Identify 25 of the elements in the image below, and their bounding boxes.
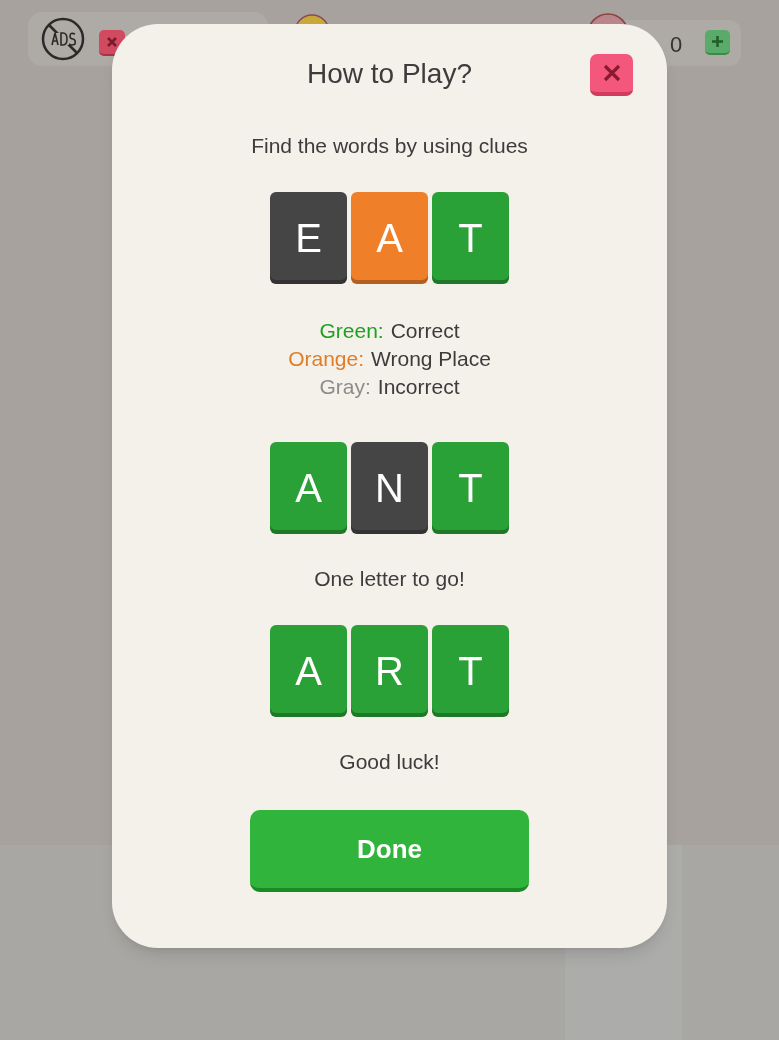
legend-text: Incorrect	[377, 374, 460, 400]
letter-tile: A	[270, 625, 347, 717]
letter-tile: E	[270, 192, 347, 284]
legend-text: Wrong Place	[371, 346, 491, 372]
letter-tile: T	[432, 442, 509, 534]
instruction-text: One letter to go!	[314, 567, 465, 591]
instruction-text: Good luck!	[339, 750, 440, 774]
lives-count: 0	[670, 31, 683, 59]
add-icon[interactable]	[705, 30, 730, 55]
dialog-title: How to Play?	[307, 57, 472, 91]
letter-tile: R	[351, 625, 428, 717]
legend-text: Correct	[390, 318, 460, 344]
letter-tile: T	[432, 625, 509, 717]
done-button[interactable]: Done	[250, 810, 529, 892]
letter-tile: N	[351, 442, 428, 534]
close-button[interactable]	[590, 54, 633, 96]
legend-label: Green:	[319, 318, 384, 344]
letter-tile: A	[351, 192, 428, 284]
legend-label: Gray:	[319, 374, 371, 400]
no-ads-icon[interactable]	[40, 16, 86, 62]
instruction-text: Find the words by using clues	[251, 134, 528, 158]
legend-label: Orange:	[288, 346, 364, 372]
close-icon	[602, 64, 621, 82]
letter-tile: A	[270, 442, 347, 534]
letter-tile: T	[432, 192, 509, 284]
